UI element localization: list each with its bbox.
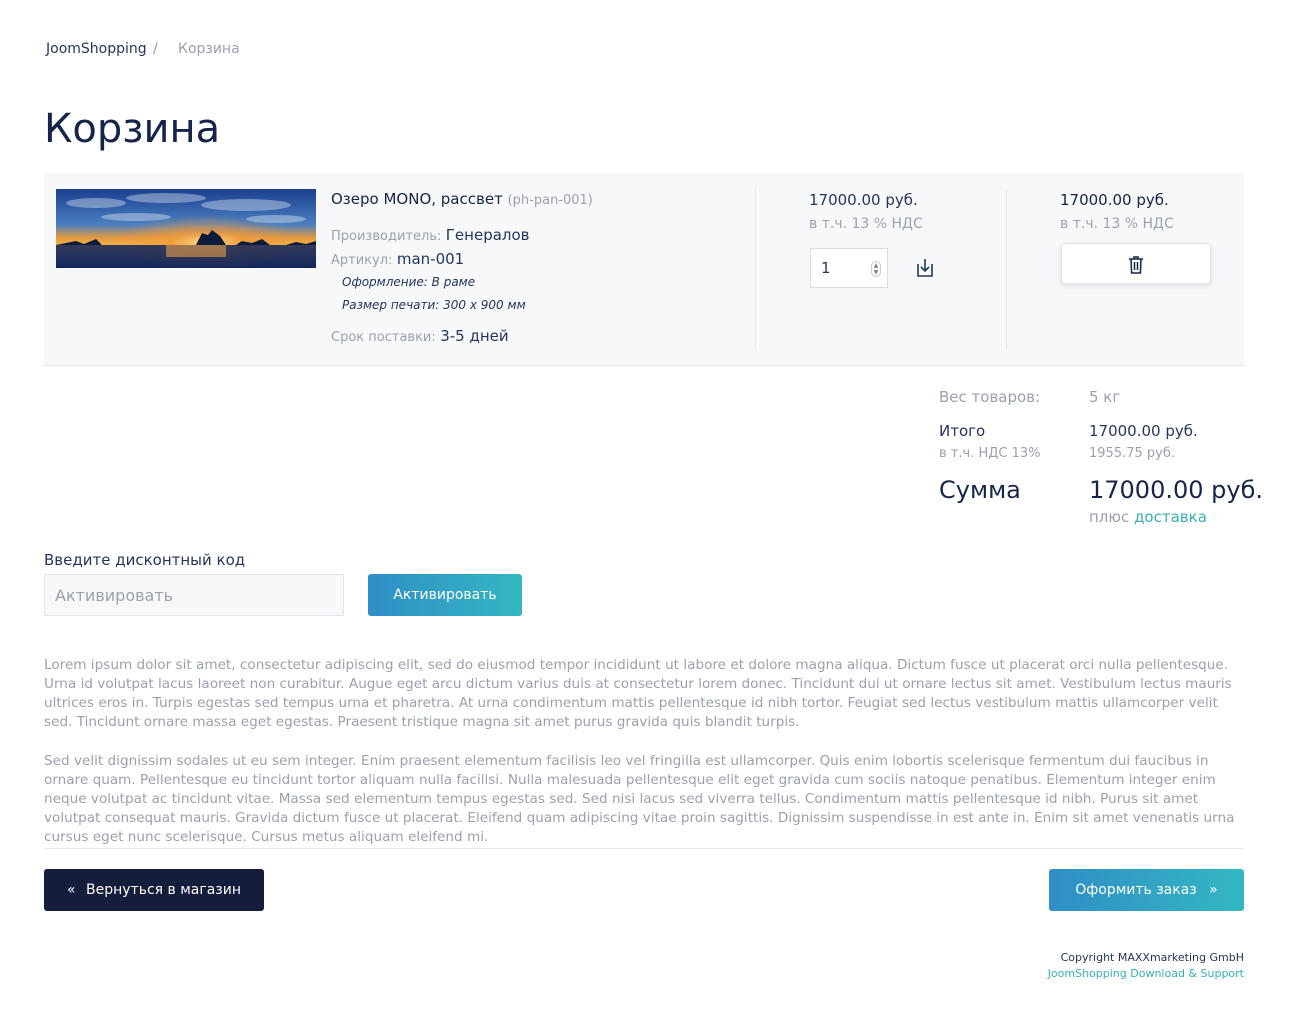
unit-price: 17000.00 руб. xyxy=(809,191,918,209)
column-divider xyxy=(1006,189,1007,349)
product-extra-frame: Оформление: В раме xyxy=(342,275,476,289)
plus-text: плюс xyxy=(1089,508,1130,526)
manufacturer-label: Производитель: xyxy=(331,229,442,244)
delivery-value: 3-5 дней xyxy=(440,327,509,345)
subtotal-value: 17000.00 руб. xyxy=(1089,422,1198,440)
checkout-button[interactable]: Оформить заказ » xyxy=(1049,869,1244,911)
sum-value: 17000.00 руб. xyxy=(1089,476,1264,504)
product-extra-size: Размер печати: 300 x 900 мм xyxy=(342,298,526,312)
product-title[interactable]: Озеро MONO, рассвет xyxy=(331,190,503,208)
delivery-line: Срок поставки: 3-5 дней xyxy=(331,327,509,345)
sku-value: man-001 xyxy=(396,250,465,268)
line-total: 17000.00 руб. xyxy=(1060,191,1169,209)
weight-value: 5 кг xyxy=(1089,388,1121,406)
checkout-label: Оформить заказ xyxy=(1075,882,1197,898)
delivery-link[interactable]: доставка xyxy=(1134,508,1207,526)
cart-description-paragraph-2: Sed velit dignissim sodales ut eu sem in… xyxy=(44,753,1235,845)
breadcrumb-current: Корзина xyxy=(178,41,240,57)
manufacturer-value: Генералов xyxy=(445,226,530,244)
back-to-shop-label: Вернуться в магазин xyxy=(86,882,242,898)
back-to-shop-button[interactable]: « Вернуться в магазин xyxy=(44,869,264,911)
column-divider xyxy=(755,189,756,349)
product-image[interactable] xyxy=(56,189,316,268)
subtotal-label: Итого xyxy=(939,422,986,440)
trash-icon xyxy=(1129,256,1143,274)
quantity-value[interactable]: 1 xyxy=(821,259,831,277)
page-title: Корзина xyxy=(44,106,221,152)
cart-item-row: Озеро MONO, рассвет (ph-pan-001) Произво… xyxy=(44,173,1244,366)
double-chevron-right-icon: » xyxy=(1209,882,1218,898)
sum-label: Сумма xyxy=(939,476,1021,504)
remove-item-button[interactable] xyxy=(1061,243,1211,284)
double-chevron-left-icon: « xyxy=(66,882,76,898)
cart-description-paragraph-1: Lorem ipsum dolor sit amet, consectetur … xyxy=(44,657,1232,730)
update-cart-icon[interactable] xyxy=(914,257,936,279)
vat-label: в т.ч. НДС 13% xyxy=(939,446,1041,461)
line-total-vat: в т.ч. 13 % НДС xyxy=(1060,216,1174,232)
copyright: Copyright MAXXmarketing GmbH xyxy=(1060,951,1244,964)
quantity-spin-icon[interactable]: ▲ ▼ xyxy=(871,261,881,277)
delivery-label: Срок поставки: xyxy=(331,330,436,345)
breadcrumb-home-link[interactable]: JoomShopping xyxy=(46,41,147,57)
quantity-stepper[interactable]: 1 ▲ ▼ xyxy=(810,248,888,288)
discount-code-input[interactable] xyxy=(44,574,344,616)
discount-code-label: Введите дисконтный код xyxy=(44,551,246,569)
unit-price-vat: в т.ч. 13 % НДС xyxy=(809,216,923,232)
vat-value: 1955.75 руб. xyxy=(1089,446,1175,461)
product-image-picture xyxy=(56,189,316,268)
weight-label: Вес товаров: xyxy=(939,388,1041,406)
breadcrumb-separator: / xyxy=(153,41,158,57)
sku-label: Артикул: xyxy=(331,253,393,268)
support-link[interactable]: JoomShopping Download & Support xyxy=(1048,967,1244,980)
activate-discount-button[interactable]: Активировать xyxy=(368,574,522,616)
divider xyxy=(44,848,1244,849)
manufacturer-line: Производитель: Генералов xyxy=(331,226,530,244)
shipping-note: плюс доставка xyxy=(1089,508,1207,526)
product-name[interactable]: Озеро MONO, рассвет (ph-pan-001) xyxy=(331,190,593,208)
product-code: (ph-pan-001) xyxy=(507,193,593,208)
sku-line: Артикул: man-001 xyxy=(331,250,464,268)
